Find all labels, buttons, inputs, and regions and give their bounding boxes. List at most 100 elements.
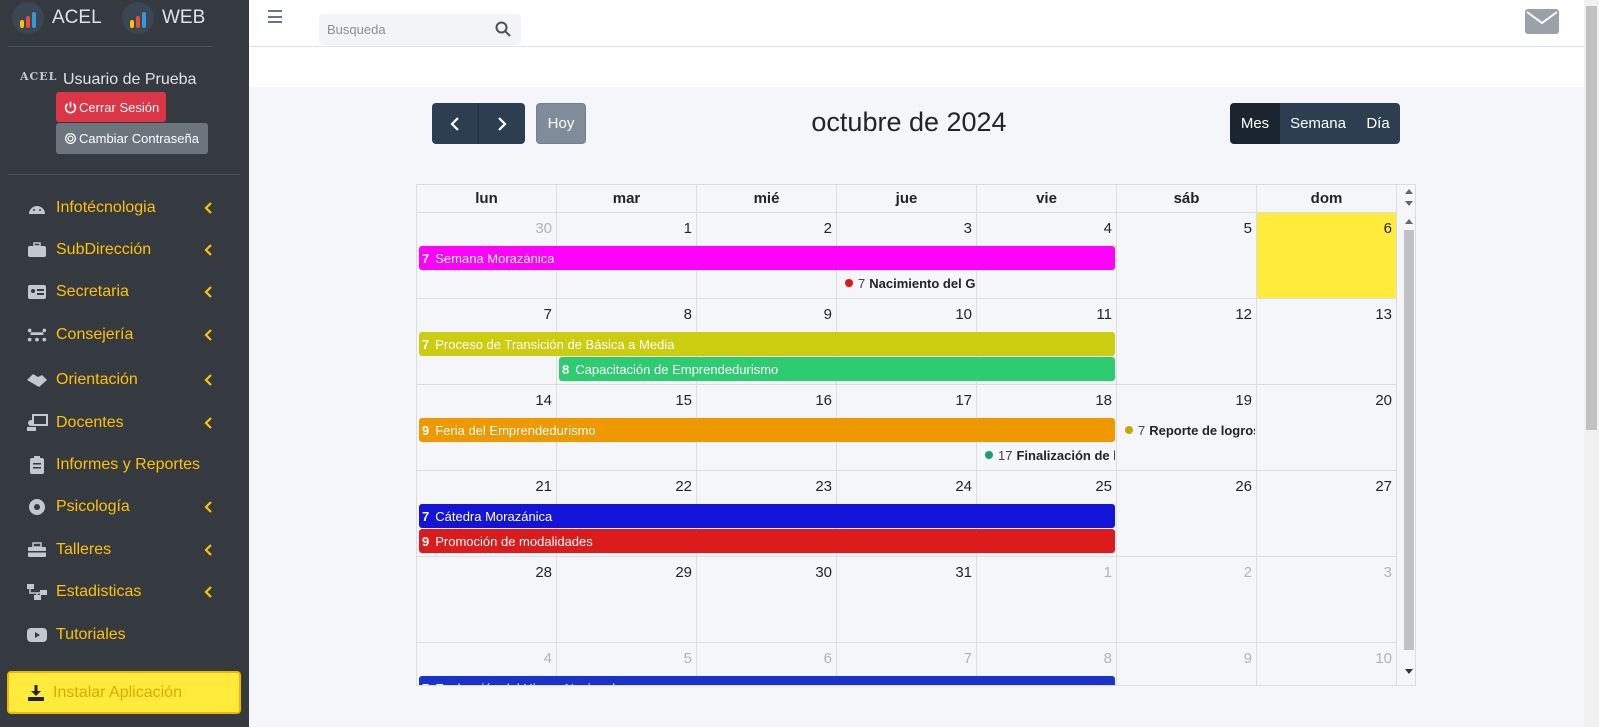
day-number[interactable]: 4 xyxy=(1104,220,1112,237)
day-number[interactable]: 3 xyxy=(964,220,972,237)
brand-web-link[interactable]: WEB xyxy=(122,0,205,36)
day-number[interactable]: 16 xyxy=(815,392,832,409)
search-icon[interactable] xyxy=(495,21,511,37)
calendar-day[interactable]: 2 xyxy=(1117,557,1257,643)
day-number[interactable]: 17 xyxy=(955,392,972,409)
calendar-day[interactable]: 26 xyxy=(1117,471,1257,557)
day-number[interactable]: 29 xyxy=(675,564,692,581)
calendar-day[interactable]: 13 xyxy=(1257,299,1397,385)
day-number[interactable]: 25 xyxy=(1095,478,1112,495)
sidebar-item-10[interactable]: Tutoriales xyxy=(0,617,249,653)
day-number[interactable]: 20 xyxy=(1375,392,1392,409)
calendar-day[interactable]: 12 xyxy=(1117,299,1257,385)
logout-button[interactable]: Cerrar Sesión xyxy=(56,92,166,122)
day-number[interactable]: 7 xyxy=(964,650,972,667)
calendar-dot-event[interactable]: 7 Nacimiento del Ge xyxy=(845,273,975,293)
day-number[interactable]: 10 xyxy=(955,306,972,323)
page-scroll-thumb[interactable] xyxy=(1586,6,1597,430)
change-password-button[interactable]: Cambiar Contraseña xyxy=(56,123,208,154)
day-number[interactable]: 5 xyxy=(684,650,692,667)
day-number[interactable]: 13 xyxy=(1375,306,1392,323)
mail-icon[interactable] xyxy=(1525,9,1559,34)
view-button-1[interactable]: Semana xyxy=(1280,103,1356,144)
calendar-event[interactable]: 7 Evaluación del Himno Nacional xyxy=(419,676,1115,685)
day-number[interactable]: 26 xyxy=(1235,478,1252,495)
day-number[interactable]: 30 xyxy=(815,564,832,581)
day-number[interactable]: 27 xyxy=(1375,478,1392,495)
day-number[interactable]: 1 xyxy=(684,220,692,237)
scroll-up-arrow-icon[interactable] xyxy=(1405,189,1413,194)
today-button[interactable]: Hoy xyxy=(536,103,586,144)
calendar-scrollbar[interactable] xyxy=(1402,185,1415,685)
brand-acel-link[interactable]: ACEL xyxy=(12,0,102,36)
scroll-down-arrow-icon[interactable] xyxy=(1405,201,1413,206)
calendar-day[interactable]: 20 xyxy=(1257,385,1397,471)
sidebar-item-5[interactable]: Docentes xyxy=(0,405,249,441)
sidebar-item-0[interactable]: Infotécnologia xyxy=(0,190,249,226)
day-number[interactable]: 9 xyxy=(824,306,832,323)
sidebar-item-4[interactable]: Orientación xyxy=(0,362,249,398)
calendar-day[interactable]: 29 xyxy=(557,557,697,643)
day-number[interactable]: 8 xyxy=(684,306,692,323)
view-button-0[interactable]: Mes xyxy=(1230,103,1280,144)
day-number[interactable]: 30 xyxy=(535,220,552,237)
user-name[interactable]: Usuario de Prueba xyxy=(63,71,196,89)
day-number[interactable]: 2 xyxy=(1244,564,1252,581)
calendar-event[interactable]: 9 Feria del Emprendedurismo xyxy=(419,418,1115,442)
day-number[interactable]: 23 xyxy=(815,478,832,495)
day-number[interactable]: 19 xyxy=(1235,392,1252,409)
day-number[interactable]: 10 xyxy=(1375,650,1392,667)
day-number[interactable]: 3 xyxy=(1384,564,1392,581)
page-scrollbar[interactable] xyxy=(1584,0,1599,727)
day-number[interactable]: 22 xyxy=(675,478,692,495)
day-number[interactable]: 24 xyxy=(955,478,972,495)
calendar-scroll-thumb[interactable] xyxy=(1404,230,1414,650)
sidebar-item-1[interactable]: SubDirección xyxy=(0,232,249,268)
day-number[interactable]: 15 xyxy=(675,392,692,409)
calendar-event[interactable]: 9 Promoción de modalidades xyxy=(419,529,1115,553)
day-number[interactable]: 8 xyxy=(1104,650,1112,667)
scroll-up-arrow-icon[interactable] xyxy=(1405,219,1413,224)
day-number[interactable]: 31 xyxy=(955,564,972,581)
calendar-day[interactable]: 10 xyxy=(1257,643,1397,685)
prev-month-button[interactable] xyxy=(432,103,479,144)
calendar-day[interactable]: 28 xyxy=(417,557,557,643)
day-number[interactable]: 5 xyxy=(1244,220,1252,237)
day-number[interactable]: 9 xyxy=(1244,650,1252,667)
calendar-day[interactable]: 1 xyxy=(977,557,1117,643)
calendar-event[interactable]: 7 Semana Morazánica xyxy=(419,246,1115,270)
day-number[interactable]: 12 xyxy=(1235,306,1252,323)
day-number[interactable]: 4 xyxy=(544,650,552,667)
search-input[interactable] xyxy=(319,14,489,45)
sidebar-item-8[interactable]: Talleres xyxy=(0,532,249,568)
sidebar-item-3[interactable]: Consejería xyxy=(0,317,249,353)
calendar-event[interactable]: 7 Proceso de Transición de Básica a Media xyxy=(419,332,1115,356)
sidebar-item-6[interactable]: Informes y Reportes xyxy=(0,447,249,483)
calendar-day[interactable]: 27 xyxy=(1257,471,1397,557)
day-number[interactable]: 18 xyxy=(1095,392,1112,409)
sidebar-item-7[interactable]: Psicología xyxy=(0,489,249,525)
day-number[interactable]: 6 xyxy=(824,650,832,667)
calendar-event[interactable]: 7 Cátedra Morazánica xyxy=(419,504,1115,528)
calendar-day[interactable]: 31 xyxy=(837,557,977,643)
scroll-down-arrow-icon[interactable] xyxy=(1405,669,1413,674)
day-number[interactable]: 6 xyxy=(1384,220,1392,237)
day-number[interactable]: 21 xyxy=(535,478,552,495)
calendar-day[interactable]: 30 xyxy=(697,557,837,643)
install-app-button[interactable]: Instalar Aplicación xyxy=(7,671,241,714)
calendar-day[interactable]: 9 xyxy=(1117,643,1257,685)
calendar-event[interactable]: 8 Capacitación de Emprendedurismo xyxy=(559,357,1115,381)
day-number[interactable]: 28 xyxy=(535,564,552,581)
next-month-button[interactable] xyxy=(479,103,525,144)
day-number[interactable]: 14 xyxy=(535,392,552,409)
sidebar-item-2[interactable]: Secretaria xyxy=(0,274,249,310)
calendar-dot-event[interactable]: 7 Reporte de logros xyxy=(1125,420,1255,440)
menu-toggle-icon[interactable] xyxy=(268,10,282,23)
day-number[interactable]: 11 xyxy=(1096,306,1112,323)
day-number[interactable]: 7 xyxy=(544,306,552,323)
calendar-day[interactable]: 3 xyxy=(1257,557,1397,643)
day-number[interactable]: 1 xyxy=(1104,564,1112,581)
calendar-day[interactable]: 5 xyxy=(1117,213,1257,299)
sidebar-item-9[interactable]: Estadisticas xyxy=(0,574,249,610)
view-button-2[interactable]: Día xyxy=(1356,103,1400,144)
